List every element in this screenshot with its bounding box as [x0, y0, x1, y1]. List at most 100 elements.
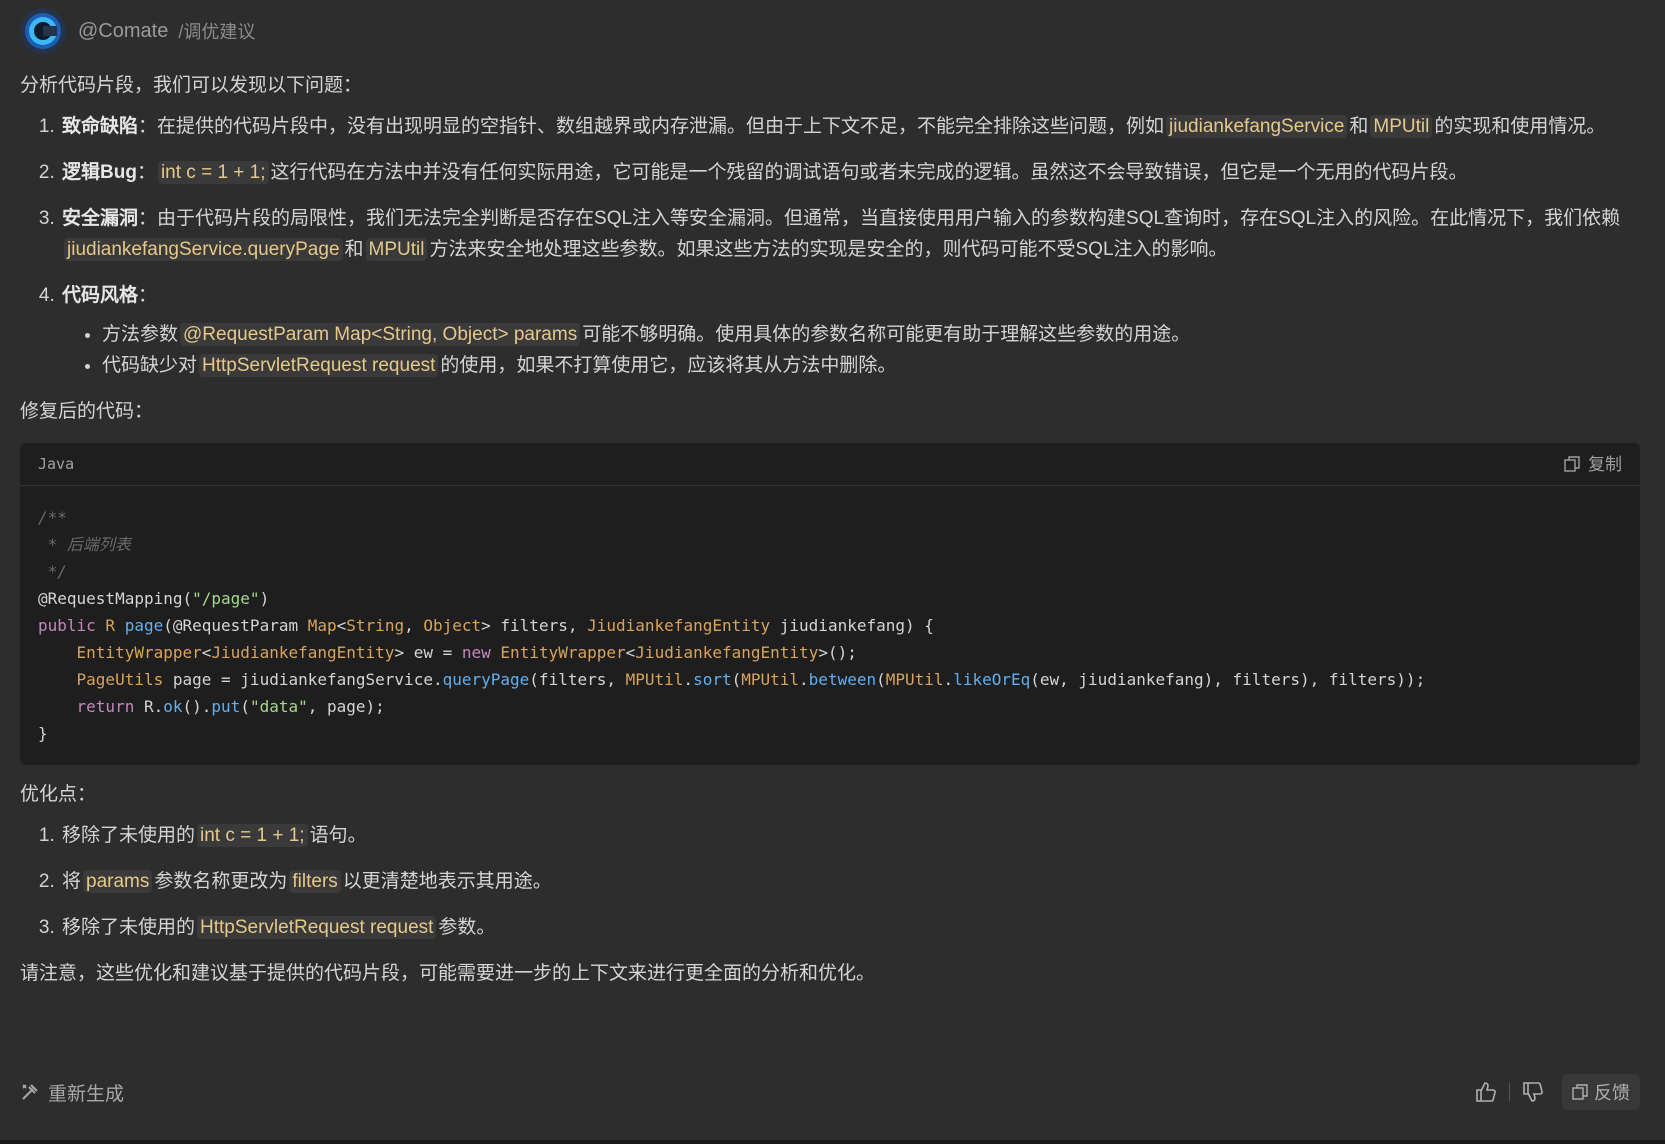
like-button[interactable] [1469, 1075, 1503, 1109]
colon: ： [136, 162, 156, 183]
bullet-item: 方法参数@RequestParam Map<String, Object> pa… [102, 319, 1640, 350]
regenerate-label: 重新生成 [48, 1083, 125, 1105]
issue-text: 在提供的代码片段中，没有出现明显的空指针、数组越界或内存泄漏。但由于上下文不足，… [157, 116, 1165, 137]
list-item: 致命缺陷：在提供的代码片段中，没有出现明显的空指针、数组越界或内存泄漏。但由于上… [60, 111, 1640, 142]
code-type: Map [307, 616, 337, 635]
inline-code: params [83, 870, 153, 893]
opt-text: 移除了未使用的 [62, 917, 196, 938]
list-item: 代码风格： 方法参数@RequestParam Map<String, Obje… [60, 280, 1640, 381]
code-token: (filters, [529, 670, 626, 689]
inline-code: HttpServletRequest request [199, 354, 439, 377]
code-function: sort [693, 670, 732, 689]
code-keyword: new [461, 643, 491, 662]
code-token: >(); [818, 643, 857, 662]
divider [1509, 1083, 1510, 1101]
code-token: . [943, 670, 954, 689]
code-token: (ew, jiudiankefang), filters), filters))… [1030, 670, 1426, 689]
bullet-text: 代码缺少对 [102, 355, 198, 376]
code-content[interactable]: /** * 后端列表 */ @RequestMapping("/page") p… [20, 486, 1640, 765]
code-token: ( [876, 670, 886, 689]
bullet-text: 的使用，如果不打算使用它，应该将其从方法中删除。 [440, 355, 897, 376]
opt-text: 参数。 [438, 917, 496, 938]
intro-text: 分析代码片段，我们可以发现以下问题： [20, 75, 363, 96]
fixed-code-label: 修复后的代码： [20, 401, 154, 422]
inline-code: MPUtil [365, 238, 428, 261]
opt-text: 将 [62, 871, 82, 892]
code-token: ( [240, 697, 250, 716]
bullet-item: 代码缺少对HttpServletRequest request的使用，如果不打算… [102, 350, 1640, 381]
code-token: < [336, 616, 347, 635]
list-item: 逻辑Bug：int c = 1 + 1;这行代码在方法中并没有任何实际用途，它可… [60, 157, 1640, 188]
feedback-button[interactable]: 反馈 [1562, 1074, 1640, 1110]
list-item: 移除了未使用的int c = 1 + 1;语句。 [60, 820, 1640, 851]
opt-text: 移除了未使用的 [62, 825, 196, 846]
regenerate-icon [22, 1084, 38, 1100]
dislike-button[interactable] [1516, 1075, 1550, 1109]
inline-code: MPUtil [1370, 115, 1433, 138]
code-token: R. [134, 697, 164, 716]
issue-text: 这行代码在方法中并没有任何实际用途，它可能是一个残留的调试语句或者未完成的逻辑。… [270, 162, 1468, 183]
code-token: } [38, 724, 48, 743]
assistant-name[interactable]: @Comate [78, 20, 168, 43]
divider [0, 1140, 1665, 1144]
issues-list: 致命缺陷：在提供的代码片段中，没有出现明显的空指针、数组越界或内存泄漏。但由于上… [20, 111, 1640, 381]
copy-button[interactable]: 复制 [1564, 449, 1622, 480]
code-token: (@RequestParam [163, 616, 308, 635]
feedback-icon [1572, 1084, 1588, 1100]
code-type: String [346, 616, 405, 635]
code-comment: */ [38, 562, 67, 581]
command-label: /调优建议 [178, 22, 256, 42]
opt-text: 以更清楚地表示其用途。 [342, 871, 552, 892]
code-token: @RequestMapping( [38, 589, 193, 608]
code-function: ok [163, 697, 183, 716]
opt-text: 语句。 [309, 825, 367, 846]
code-type: MPUtil [741, 670, 800, 689]
code-token: page = jiudiankefangService. [163, 670, 443, 689]
code-token: , [404, 616, 424, 635]
inline-code: @RequestParam Map<String, Object> params [180, 323, 581, 346]
code-type: EntityWrapper [76, 643, 202, 662]
code-token: (). [182, 697, 212, 716]
code-function: queryPage [442, 670, 530, 689]
issue-text: 和 [344, 239, 364, 260]
colon: ： [138, 208, 158, 229]
code-token: ) [259, 589, 270, 608]
thumbs-down-icon [1523, 1082, 1543, 1102]
comate-logo [20, 8, 66, 54]
issue-text: 由于代码片段的局限性，我们无法完全判断是否存在SQL注入等安全漏洞。但通常，当直… [157, 208, 1621, 229]
message-header: @Comate /调优建议 [20, 8, 255, 54]
code-type: R [95, 616, 125, 635]
thumbs-up-icon [1476, 1082, 1496, 1102]
issue-title: 致命缺陷 [62, 116, 139, 137]
colon: ： [138, 116, 158, 137]
inline-code: filters [289, 870, 341, 893]
feedback-actions: 反馈 [1469, 1074, 1640, 1110]
inline-code: int c = 1 + 1; [157, 161, 269, 184]
closing-note: 请注意，这些优化和建议基于提供的代码片段，可能需要进一步的上下文来进行更全面的分… [20, 963, 876, 984]
code-type: EntityWrapper [500, 643, 626, 662]
issue-text: 和 [1349, 116, 1369, 137]
style-bullets: 方法参数@RequestParam Map<String, Object> pa… [62, 319, 1640, 381]
optimization-list: 移除了未使用的int c = 1 + 1;语句。 将params参数名称更改为f… [20, 820, 1640, 943]
code-type: JiudiankefangEntity [587, 616, 771, 635]
code-comment: * 后端列表 [38, 535, 131, 554]
issue-title: 安全漏洞 [62, 208, 139, 229]
bullet-text: 方法参数 [102, 324, 179, 345]
message-body: 分析代码片段，我们可以发现以下问题： 致命缺陷：在提供的代码片段中，没有出现明显… [20, 70, 1640, 989]
opt-text: 参数名称更改为 [154, 871, 288, 892]
code-token: , page); [307, 697, 385, 716]
code-string: "/page" [192, 589, 260, 608]
inline-code: jiudiankefangService.queryPage [64, 238, 343, 261]
issue-title: 代码风格 [62, 285, 139, 306]
regenerate-button[interactable]: 重新生成 [20, 1079, 124, 1106]
copy-label: 复制 [1588, 454, 1622, 474]
list-item: 安全漏洞：由于代码片段的局限性，我们无法完全判断是否存在SQL注入等安全漏洞。但… [60, 203, 1640, 265]
code-block: Java 复制 /** * 后端列表 */ @RequestMapping("/… [20, 443, 1640, 765]
issue-text: 的实现和使用情况。 [1434, 116, 1606, 137]
code-type: MPUtil [625, 670, 684, 689]
code-function: page [124, 616, 164, 635]
issue-text: 方法来安全地处理这些参数。如果这些方法的实现是安全的，则代码可能不受SQL注入的… [429, 239, 1228, 260]
code-token: . [799, 670, 809, 689]
